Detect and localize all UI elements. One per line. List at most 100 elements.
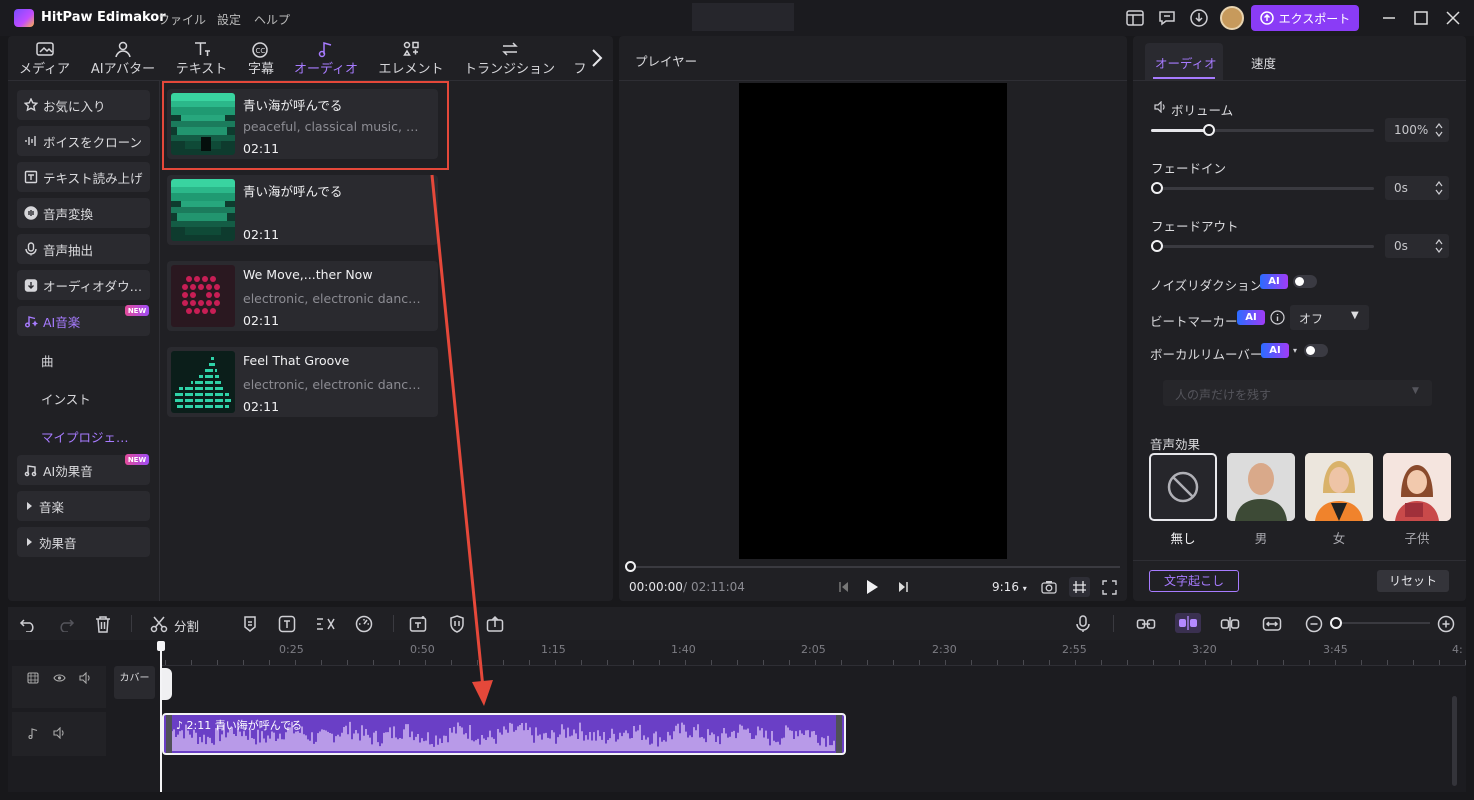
sidebar-sub-instrumental[interactable]: インスト <box>41 389 91 408</box>
undo-icon[interactable] <box>18 614 38 634</box>
playhead-handle[interactable] <box>157 641 165 651</box>
link-icon[interactable] <box>1136 614 1156 634</box>
clip-trim-right[interactable] <box>836 715 842 753</box>
scissors-icon[interactable] <box>149 614 169 634</box>
video-canvas[interactable] <box>739 83 1007 559</box>
play-icon[interactable] <box>865 579 879 595</box>
redo-icon[interactable] <box>56 614 76 634</box>
fade-out-slider-knob[interactable] <box>1151 240 1163 252</box>
menu-settings[interactable]: 設定 <box>217 11 241 28</box>
tab-audio[interactable]: オーディオ <box>292 39 360 77</box>
speaker-icon[interactable] <box>53 727 66 739</box>
effect-female-label: 女 <box>1332 531 1346 546</box>
zoom-slider-knob[interactable] <box>1330 617 1342 629</box>
tab-audio-settings[interactable]: オーディオ <box>1145 43 1223 80</box>
noise-reduction-toggle[interactable] <box>1293 275 1317 288</box>
effect-male[interactable] <box>1227 453 1295 521</box>
volume-slider-knob[interactable] <box>1202 124 1215 136</box>
tab-ai-avatar[interactable]: AIアバター <box>88 39 158 77</box>
fade-in-slider[interactable] <box>1151 187 1374 190</box>
sidebar-item-sfx[interactable]: 効果音 <box>17 527 150 557</box>
tab-text[interactable]: テキスト <box>174 39 229 77</box>
ruler-tick <box>1439 660 1440 665</box>
effect-female[interactable] <box>1305 453 1373 521</box>
playhead[interactable] <box>160 644 162 792</box>
effect-child[interactable] <box>1383 453 1451 521</box>
grid-toggle[interactable] <box>1069 577 1090 597</box>
volume-input[interactable]: 100% <box>1385 118 1449 142</box>
tab-subtitle[interactable]: CC 字幕 <box>244 39 278 77</box>
clip-trim-left[interactable] <box>166 715 172 753</box>
user-avatar[interactable] <box>1220 6 1244 30</box>
zoom-in-icon[interactable] <box>1436 614 1456 634</box>
track-card[interactable]: We Move,...ther Now electronic, electron… <box>167 261 438 331</box>
transcribe-button[interactable]: 文字起こし <box>1149 570 1239 592</box>
ruler-tick <box>1465 660 1466 665</box>
fade-out-input[interactable]: 0s <box>1385 234 1449 258</box>
split-button[interactable]: 分割 <box>174 616 199 635</box>
menu-file[interactable]: ファイル <box>158 11 206 28</box>
prev-frame-icon[interactable] <box>838 581 850 593</box>
next-frame-icon[interactable] <box>897 581 909 593</box>
vocal-remover-toggle[interactable] <box>1304 344 1328 357</box>
tab-media[interactable]: メディア <box>17 39 72 77</box>
sidebar-item-tts[interactable]: テキスト読み上げ <box>17 162 150 192</box>
zoom-out-icon[interactable] <box>1304 614 1324 634</box>
aspect-ratio-select[interactable]: 9:16 ▾ <box>992 580 1027 594</box>
sidebar-sub-my-project[interactable]: マイプロジェ… <box>41 427 129 446</box>
split-track-icon[interactable] <box>1220 614 1240 634</box>
layout-icon[interactable] <box>1126 9 1144 27</box>
sidebar-item-extract[interactable]: 音声抽出 <box>17 234 150 264</box>
menu-help[interactable]: ヘルプ <box>254 11 290 28</box>
magnet-toggle[interactable] <box>1175 613 1201 633</box>
chevron-right-icon[interactable] <box>590 47 604 69</box>
fit-timeline-icon[interactable] <box>1262 614 1282 634</box>
track-tags: electronic, electronic dance ... <box>243 291 428 306</box>
speaker-icon[interactable] <box>79 672 92 684</box>
timeline-scrollbar[interactable] <box>1452 696 1457 786</box>
tab-transition[interactable]: トランジション <box>462 39 557 77</box>
track-card[interactable]: Feel That Groove electronic, electronic … <box>167 347 438 417</box>
stepper-icon[interactable] <box>1435 237 1443 255</box>
feedback-icon[interactable] <box>1158 9 1176 27</box>
player-progress-knob[interactable] <box>625 561 636 572</box>
sidebar-item-audio-download[interactable]: オーディオダウ… <box>17 270 150 300</box>
maximize-icon[interactable] <box>1413 10 1429 26</box>
close-icon[interactable] <box>1445 10 1461 26</box>
download-icon[interactable] <box>1190 9 1208 27</box>
fade-out-slider[interactable] <box>1151 245 1374 248</box>
sidebar-item-music[interactable]: 音楽 <box>17 491 150 521</box>
delete-icon[interactable] <box>93 614 113 634</box>
reset-button[interactable]: リセット <box>1377 570 1449 592</box>
sidebar-item-favorites[interactable]: お気に入り <box>17 90 150 120</box>
tab-filter[interactable]: フ <box>573 39 587 77</box>
player-progress-track[interactable] <box>630 566 1120 568</box>
fade-in-input[interactable]: 0s <box>1385 176 1449 200</box>
audio-clip[interactable]: ♪ 2:11 青い海が呼んでる <box>162 713 846 755</box>
track-card[interactable]: 青い海が呼んでる 02:11 <box>167 175 438 245</box>
microphone-icon[interactable] <box>1073 614 1093 634</box>
tab-speed[interactable]: 速度 <box>1251 53 1276 72</box>
cut-silence-icon[interactable] <box>315 614 335 634</box>
info-icon[interactable] <box>1270 310 1285 325</box>
sidebar-item-voice-change[interactable]: 音声変換 <box>17 198 150 228</box>
fade-in-slider-knob[interactable] <box>1151 182 1163 194</box>
speed-icon[interactable] <box>354 614 374 634</box>
export-button[interactable]: エクスポート <box>1251 5 1359 31</box>
sidebar-sub-song[interactable]: 曲 <box>41 351 54 370</box>
stepper-icon[interactable] <box>1435 121 1443 139</box>
minimize-icon[interactable] <box>1381 10 1397 26</box>
text-box-icon[interactable] <box>277 614 297 634</box>
cover-button[interactable]: カバー <box>114 666 155 699</box>
sidebar-item-voice-clone[interactable]: ボイスをクローン <box>17 126 150 156</box>
stepper-icon[interactable] <box>1435 179 1443 197</box>
tab-element[interactable]: エレメント <box>376 39 446 77</box>
marker-icon[interactable] <box>240 614 260 634</box>
camera-icon[interactable] <box>1041 580 1057 594</box>
effect-none[interactable] <box>1149 453 1217 521</box>
eye-icon[interactable] <box>53 673 66 683</box>
zoom-slider[interactable] <box>1335 622 1430 624</box>
film-icon[interactable] <box>27 672 39 684</box>
beat-marker-select[interactable]: オフ ▼ <box>1290 305 1369 330</box>
fullscreen-icon[interactable] <box>1102 580 1117 595</box>
